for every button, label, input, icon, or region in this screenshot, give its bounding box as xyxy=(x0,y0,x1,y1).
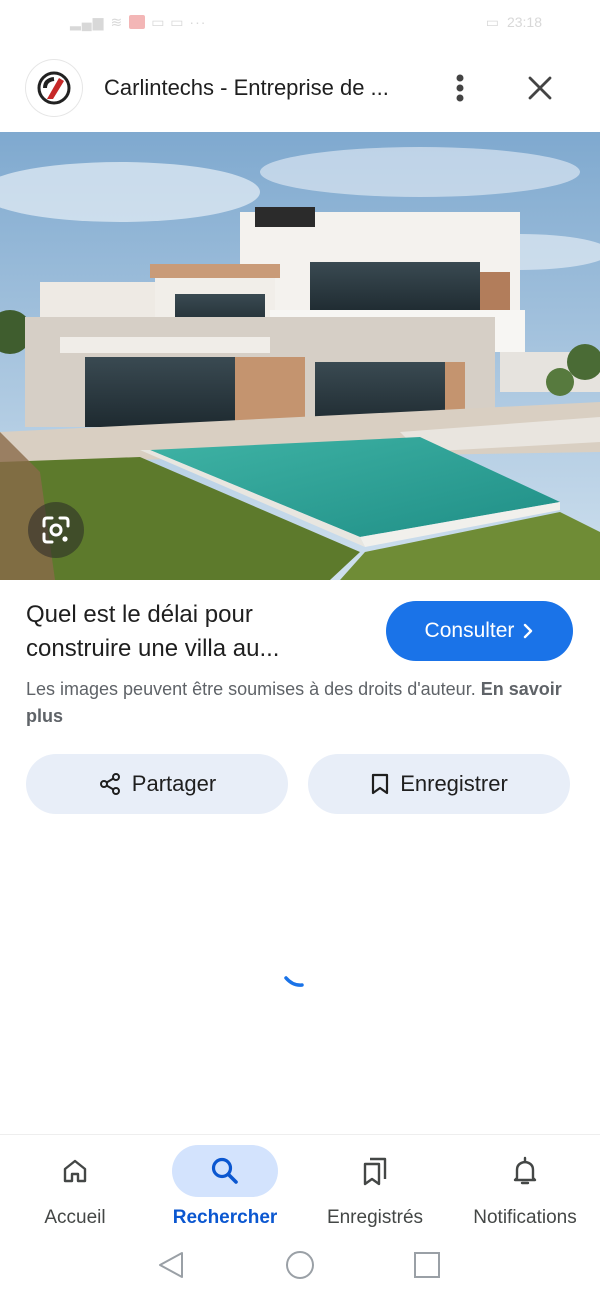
bottom-nav: Accueil Rechercher Enregistrés Notificat… xyxy=(0,1134,600,1240)
nav-label-accueil: Accueil xyxy=(44,1207,106,1228)
notification-icon xyxy=(129,15,146,29)
nav-item-rechercher[interactable]: Rechercher xyxy=(150,1145,300,1241)
status-icons-left: ▂▄▆ ≋ ▭ ▭ ··· xyxy=(70,14,206,31)
share-label: Partager xyxy=(131,771,217,796)
nav-item-enregistres[interactable]: Enregistrés xyxy=(300,1145,450,1241)
nav-icon-container xyxy=(22,1145,128,1197)
nav-icon-container xyxy=(472,1145,578,1197)
home-icon xyxy=(63,1159,87,1183)
nav-item-notifications[interactable]: Notifications xyxy=(450,1145,600,1241)
site-title[interactable]: Carlintechs - Entreprise de ... xyxy=(104,75,404,101)
nav-icon-container xyxy=(172,1145,278,1197)
back-icon[interactable] xyxy=(159,1252,183,1278)
result-title[interactable]: Quel est le délai pour construire une vi… xyxy=(26,598,356,666)
save-label: Enregistrer xyxy=(400,771,508,796)
wifi-icon: ≋ xyxy=(110,13,124,30)
close-icon xyxy=(528,76,552,100)
search-icon xyxy=(211,1157,238,1184)
system-nav-bar xyxy=(0,1240,600,1300)
hero-image[interactable] xyxy=(0,132,600,580)
save-button[interactable]: Enregistrer xyxy=(308,754,570,814)
site-logo[interactable] xyxy=(26,60,82,116)
signal-icon: ▂▄▆ xyxy=(70,13,105,30)
nav-label-enregistres: Enregistrés xyxy=(326,1207,424,1228)
battery-icon: ▭ xyxy=(485,13,499,30)
status-icons-right: ▭ 23:18 xyxy=(486,14,542,31)
carlintechs-logo-icon xyxy=(37,71,71,105)
share-button[interactable]: Partager xyxy=(26,754,288,814)
page-header: Carlintechs - Entreprise de ... xyxy=(0,44,600,132)
more-vert-icon xyxy=(456,74,464,102)
bookmark-icon xyxy=(372,773,389,795)
loading-spinner xyxy=(283,972,305,988)
share-icon xyxy=(99,773,120,795)
consult-label: Consulter xyxy=(424,619,515,642)
nav-icon-container xyxy=(322,1145,428,1197)
status-bar: ▂▄▆ ≋ ▭ ▭ ··· ▭ 23:18 xyxy=(0,0,600,44)
bell-icon xyxy=(513,1156,537,1185)
nav-label-notifications: Notifications xyxy=(473,1207,577,1228)
spinner-icon xyxy=(284,976,304,987)
home-circle-icon[interactable] xyxy=(286,1251,314,1279)
action-row: Partager Enregistrer xyxy=(26,754,574,814)
status-time: 23:18 xyxy=(506,14,542,30)
consult-button[interactable]: Consulter xyxy=(386,601,573,661)
system-nav-icons xyxy=(159,1251,440,1279)
more-notifications-icon: ▭ ▭ ··· xyxy=(151,13,207,30)
copyright-text: Les images peuvent être soumises à des d… xyxy=(26,679,476,699)
chevron-right-icon xyxy=(524,623,533,639)
copyright-notice: Les images peuvent être soumises à des d… xyxy=(26,676,574,730)
recents-icon[interactable] xyxy=(414,1252,440,1278)
bookmarks-icon xyxy=(363,1157,387,1186)
close-button[interactable] xyxy=(520,68,560,108)
more-options-button[interactable] xyxy=(440,68,480,108)
google-lens-icon xyxy=(42,516,70,544)
nav-label-rechercher: Rechercher xyxy=(172,1207,278,1228)
villa-image xyxy=(0,132,600,580)
google-lens-button[interactable] xyxy=(28,502,84,558)
nav-item-accueil[interactable]: Accueil xyxy=(0,1145,150,1241)
